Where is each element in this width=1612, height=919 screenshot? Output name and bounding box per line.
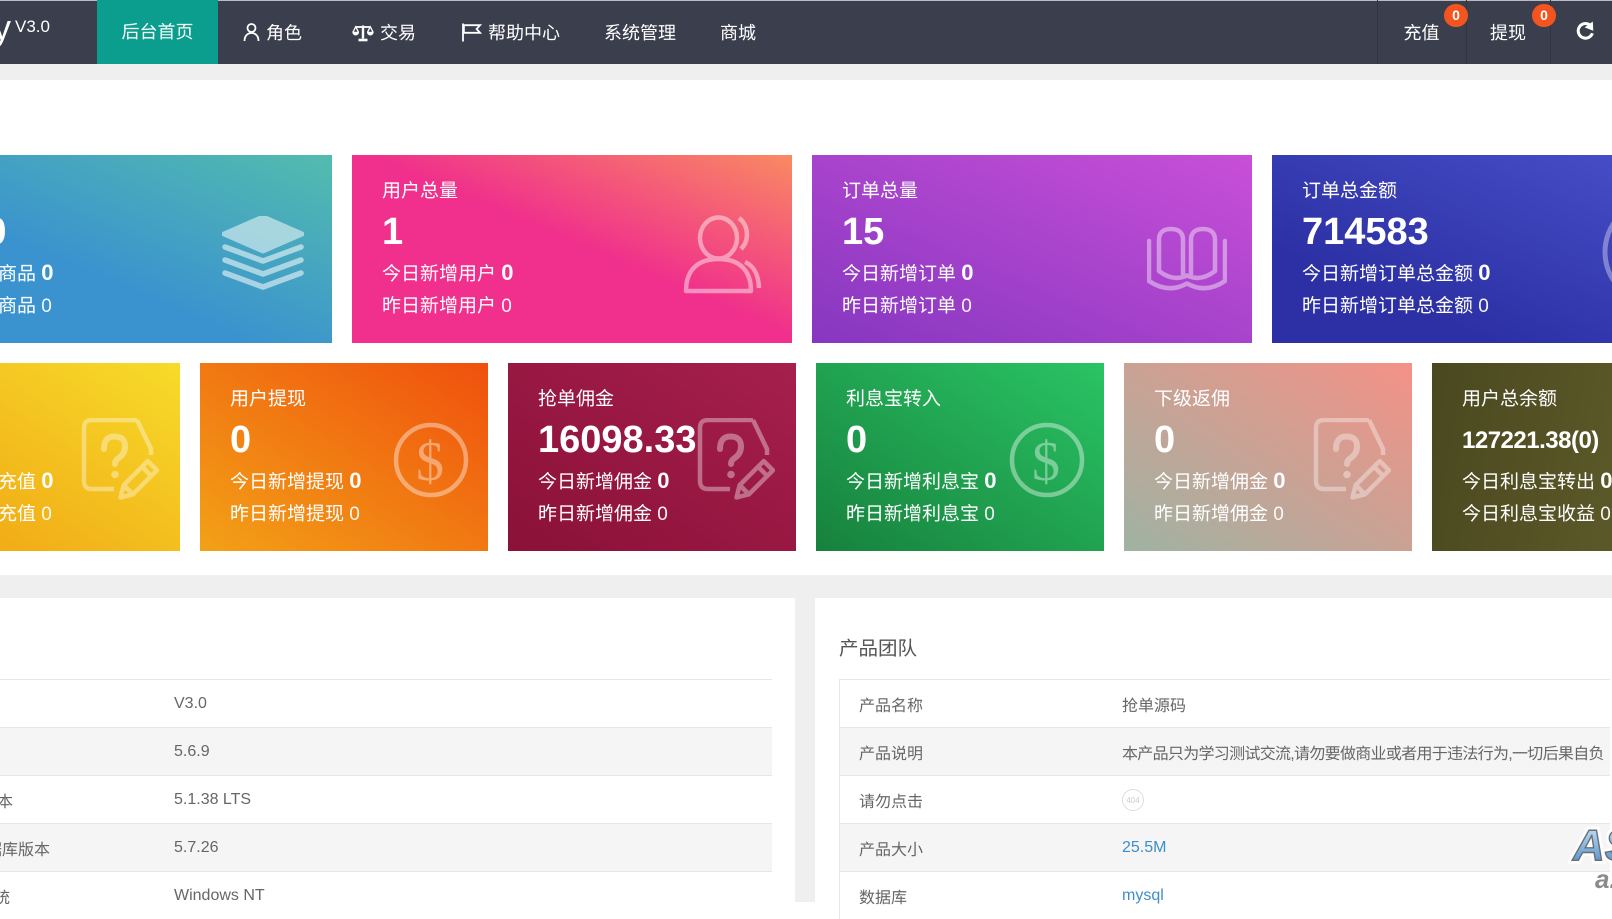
- svg-text:$: $: [416, 431, 444, 493]
- svg-text:$: $: [1032, 431, 1060, 493]
- svg-text:a.: a.: [1595, 864, 1612, 894]
- svg-text:AS: AS: [1572, 821, 1612, 870]
